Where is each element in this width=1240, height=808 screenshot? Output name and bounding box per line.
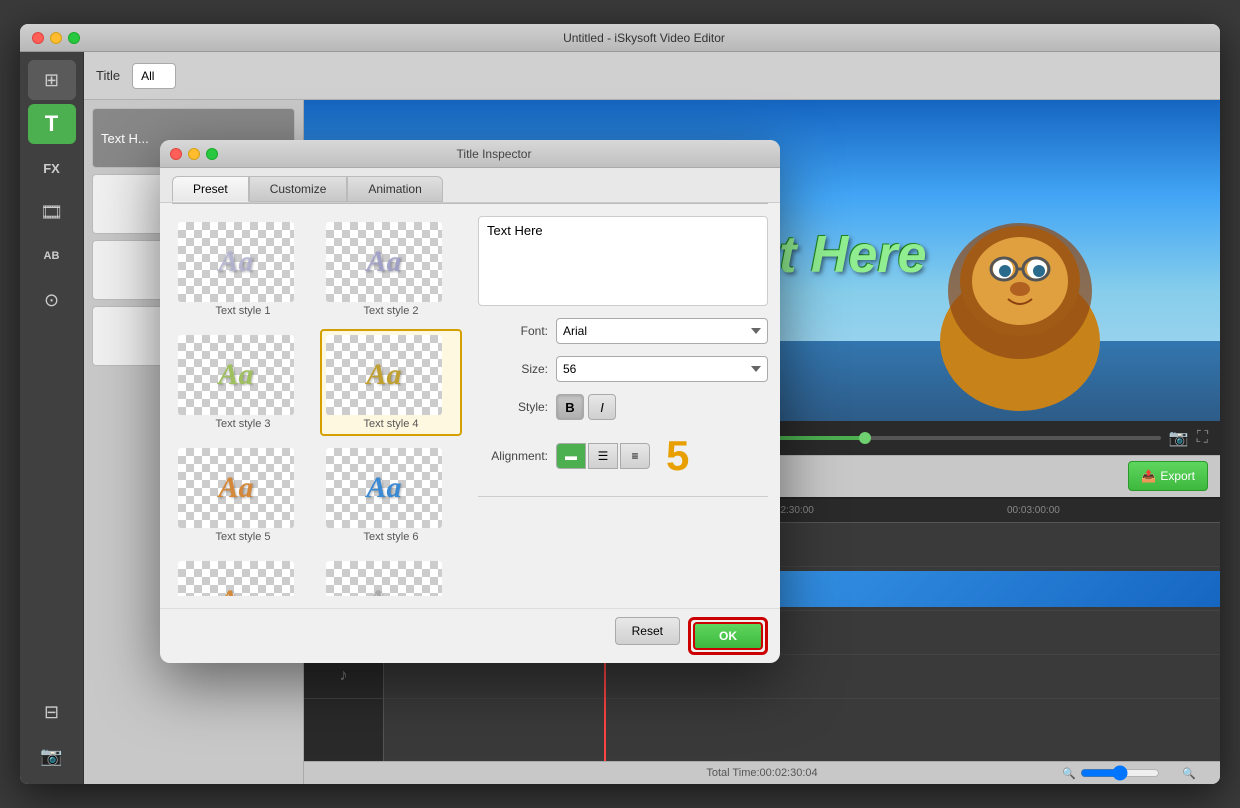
dialog-minimize-button[interactable]	[188, 148, 200, 160]
size-select[interactable]: 56	[556, 356, 768, 382]
text-input[interactable]: Text Here	[478, 216, 768, 306]
reset-button[interactable]: Reset	[615, 617, 680, 645]
alignment-row: Alignment: ▬ ☰ ≡ 5	[478, 432, 768, 480]
align-center-button[interactable]: ☰	[588, 443, 618, 469]
dialog-close-button[interactable]	[170, 148, 182, 160]
style-row: Style: B I	[478, 394, 768, 420]
style-label: Style:	[478, 400, 548, 414]
tab-animation[interactable]: Animation	[347, 176, 442, 202]
align-buttons: ▬ ☰ ≡	[556, 443, 650, 469]
dialog-title-bar: Title Inspector	[160, 140, 780, 168]
style-name-3: Text style 3	[178, 418, 308, 430]
font-row: Font: Arial	[478, 318, 768, 344]
dialog-footer: Reset OK	[160, 608, 780, 663]
style-item-5[interactable]: Aa Text style 5	[172, 442, 314, 549]
style-thumb-1: Aa	[178, 222, 294, 302]
ok-highlight: OK	[688, 617, 768, 655]
size-row: Size: 56	[478, 356, 768, 382]
style-name-4: Text style 4	[326, 418, 456, 430]
style-item-8[interactable]: Aa Text style 8	[320, 555, 462, 596]
style-thumb-3: Aa	[178, 335, 294, 415]
dialog-title: Title Inspector	[218, 147, 770, 161]
style-item-3[interactable]: Aa Text style 3	[172, 329, 314, 436]
step-number: 5	[666, 432, 689, 480]
font-label: Font:	[478, 324, 548, 338]
style-item-6[interactable]: Aa Text style 6	[320, 442, 462, 549]
style-item-4[interactable]: Aa Text style 4	[320, 329, 462, 436]
italic-button[interactable]: I	[588, 394, 616, 420]
style-thumb-5: Aa	[178, 448, 294, 528]
align-right-button[interactable]: ≡	[620, 443, 650, 469]
style-thumb-7: Aa	[178, 561, 294, 596]
style-name-6: Text style 6	[326, 531, 456, 543]
style-item-2[interactable]: Aa Text style 2	[320, 216, 462, 323]
title-inspector-dialog: Title Inspector Preset Customize Animati…	[160, 140, 780, 663]
style-grid: Aa Text style 1 Aa Text style 2 Aa Te	[172, 216, 462, 596]
dialog-maximize-button[interactable]	[206, 148, 218, 160]
dialog-body: Aa Text style 1 Aa Text style 2 Aa Te	[160, 204, 780, 608]
style-thumb-4: Aa	[326, 335, 442, 415]
align-left-button[interactable]: ▬	[556, 443, 586, 469]
style-item-7[interactable]: Aa Text style 7	[172, 555, 314, 596]
dialog-right-panel: Text Here Font: Arial Size: 56	[478, 216, 768, 596]
tab-customize[interactable]: Customize	[249, 176, 348, 202]
font-select[interactable]: Arial	[556, 318, 768, 344]
style-name-2: Text style 2	[326, 305, 456, 317]
dialog-tabs: Preset Customize Animation	[160, 168, 780, 203]
style-thumb-8: Aa	[326, 561, 442, 596]
style-name-5: Text style 5	[178, 531, 308, 543]
dialog-traffic-lights	[170, 148, 218, 160]
style-buttons: B I	[556, 394, 616, 420]
alignment-label: Alignment:	[478, 449, 548, 463]
size-label: Size:	[478, 362, 548, 376]
dialog-overlay: Title Inspector Preset Customize Animati…	[0, 0, 1240, 808]
bold-button[interactable]: B	[556, 394, 584, 420]
tab-preset[interactable]: Preset	[172, 176, 249, 202]
style-thumb-6: Aa	[326, 448, 442, 528]
style-name-1: Text style 1	[178, 305, 308, 317]
separator	[478, 496, 768, 497]
style-thumb-2: Aa	[326, 222, 442, 302]
ok-button[interactable]: OK	[693, 622, 763, 650]
style-item-1[interactable]: Aa Text style 1	[172, 216, 314, 323]
